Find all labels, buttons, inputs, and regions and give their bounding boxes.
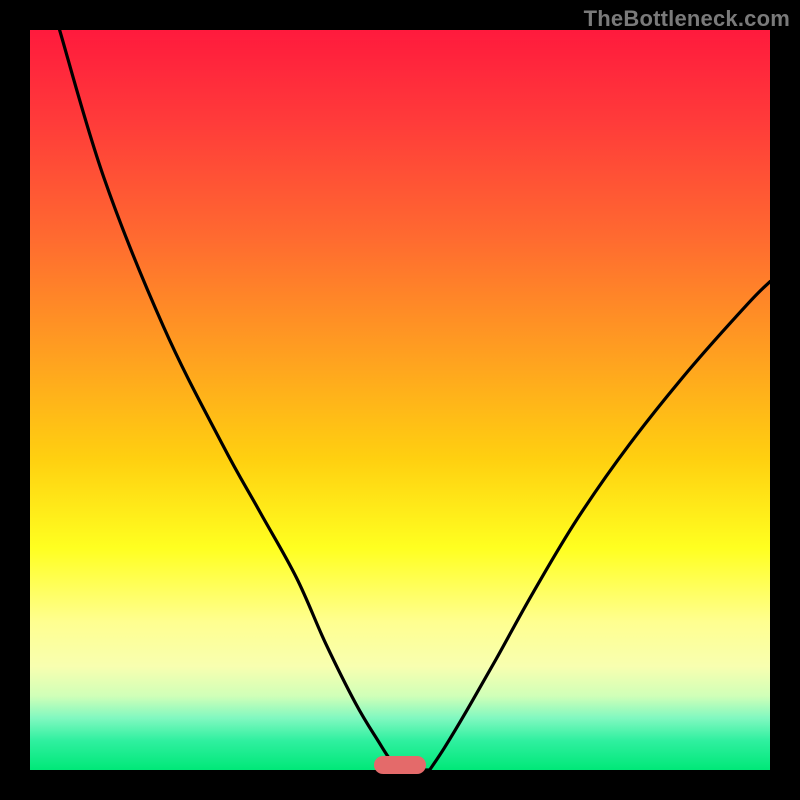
watermark-text: TheBottleneck.com — [584, 6, 790, 32]
chart-frame: TheBottleneck.com — [0, 0, 800, 800]
optimal-marker — [374, 756, 426, 774]
curve-svg — [30, 30, 770, 770]
plot-area — [30, 30, 770, 770]
bottleneck-curve — [60, 30, 770, 770]
